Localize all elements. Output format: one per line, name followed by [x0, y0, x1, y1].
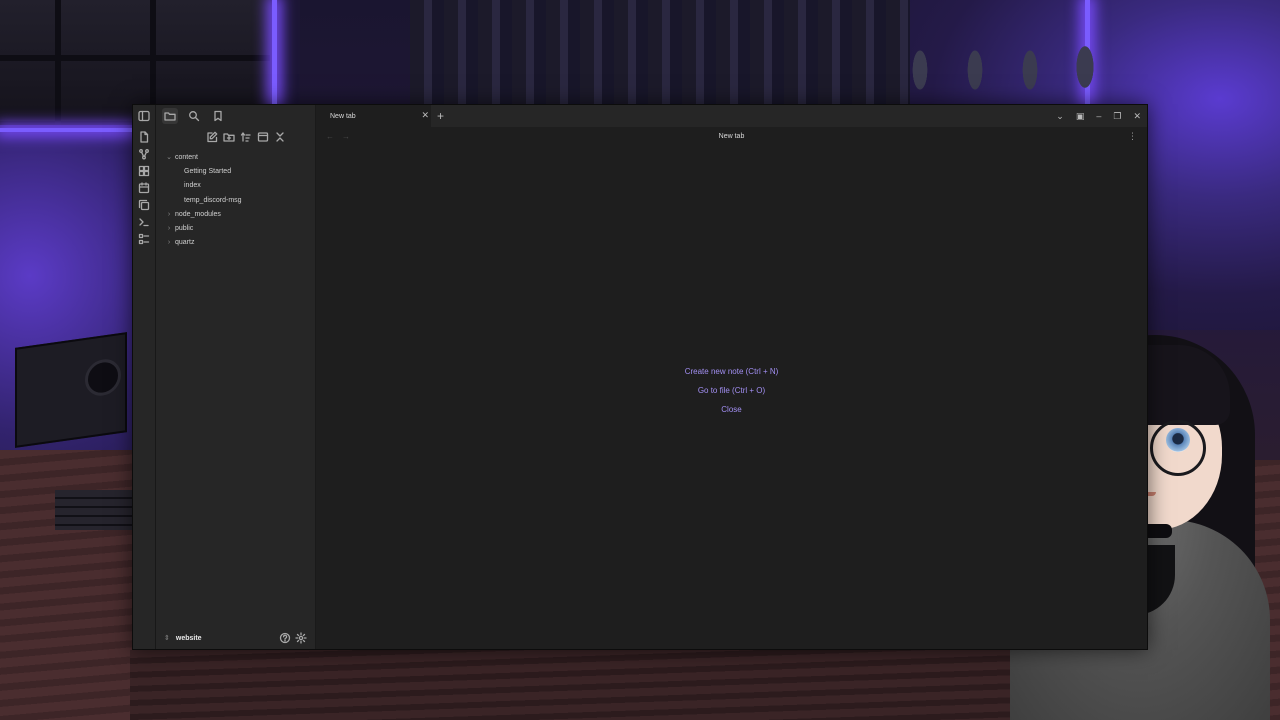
neon-strip-left: [272, 0, 277, 104]
window-controls: ⌄ ▣ – ❐ ✕: [1056, 105, 1141, 127]
create-new-note-link[interactable]: Create new note (Ctrl + N): [685, 367, 779, 377]
chevron-up-down-icon: ⇕: [164, 635, 170, 642]
graph-view-icon[interactable]: [138, 148, 150, 160]
chevron-down-icon: ⌄: [166, 154, 172, 162]
file-label: Getting Started: [184, 167, 232, 175]
vault-name: website: [175, 634, 202, 642]
folder-label: content: [175, 153, 198, 161]
folder-label: quartz: [175, 239, 195, 247]
sidebar-toggle-icon[interactable]: [138, 110, 150, 122]
new-folder-icon[interactable]: [222, 131, 235, 143]
settings-gear-icon[interactable]: [295, 632, 307, 644]
empty-tab-actions: Create new note (Ctrl + N) Go to file (C…: [316, 367, 1147, 415]
neon-strip-shelf: [0, 128, 135, 132]
open-quick-switcher-icon[interactable]: [138, 131, 150, 143]
daily-note-icon[interactable]: [138, 182, 150, 194]
chevron-right-icon: ›: [167, 210, 171, 218]
book-stack: [55, 490, 135, 530]
files-icon[interactable]: [162, 108, 178, 124]
tab-bar: New tab ✕ + ⌄ ▣ – ❐ ✕: [316, 105, 1147, 127]
close-all-icon[interactable]: [274, 131, 286, 143]
command-palette-icon[interactable]: [138, 216, 150, 228]
speaker: [15, 332, 127, 448]
help-icon[interactable]: [279, 632, 291, 644]
tab-new-tab[interactable]: New tab ✕: [316, 105, 431, 127]
close-tab-link[interactable]: Close: [721, 405, 741, 415]
tab-label: New tab: [330, 112, 356, 120]
new-tab-plus-icon[interactable]: +: [437, 105, 444, 127]
file-explorer-actions: [156, 127, 315, 147]
toggle-right-sidebar-icon[interactable]: ▣: [1076, 111, 1085, 122]
search-icon[interactable]: [186, 108, 202, 124]
file-temp-discord-msg[interactable]: temp_discord-msg: [156, 193, 315, 207]
tab-list-chevron-icon[interactable]: ⌄: [1056, 111, 1064, 122]
window-close-icon[interactable]: ✕: [1133, 111, 1141, 122]
view-title: New tab: [718, 132, 745, 140]
desk-front: [130, 650, 1030, 720]
close-icon[interactable]: ✕: [421, 110, 429, 121]
folder-quartz[interactable]: › quartz: [156, 236, 315, 250]
file-explorer-sidebar: ⌄ content Getting Started index temp_dis…: [156, 105, 316, 649]
figurines: [890, 25, 1120, 100]
file-label: temp_discord-msg: [184, 196, 242, 204]
minimize-icon[interactable]: –: [1096, 111, 1101, 121]
sort-icon[interactable]: [240, 131, 252, 143]
restore-icon[interactable]: ❐: [1113, 111, 1121, 122]
vault-switcher[interactable]: ⇕ website: [164, 634, 202, 643]
file-getting-started[interactable]: Getting Started: [156, 164, 315, 178]
folder-content[interactable]: ⌄ content: [156, 150, 315, 164]
view-header: ← → New tab ⋮: [316, 127, 1147, 145]
main-workspace: New tab ✕ + ⌄ ▣ – ❐ ✕ ← → New tab ⋮ Crea…: [316, 105, 1147, 649]
new-note-icon[interactable]: [206, 131, 218, 143]
canvas-icon[interactable]: [138, 165, 150, 177]
file-tree: ⌄ content Getting Started index temp_dis…: [156, 147, 315, 250]
sidebar-tab-header: [156, 105, 315, 127]
curtain: [410, 0, 910, 110]
file-label: index: [184, 182, 201, 190]
vault-footer: ⇕ website: [156, 627, 315, 649]
folder-label: node_modules: [175, 210, 221, 218]
folder-public[interactable]: › public: [156, 221, 315, 235]
bases-icon[interactable]: [138, 233, 150, 245]
collapse-icon[interactable]: [257, 131, 269, 143]
folder-label: public: [175, 225, 194, 233]
chevron-right-icon: ›: [167, 239, 171, 247]
folder-node-modules[interactable]: › node_modules: [156, 207, 315, 221]
left-ribbon: [133, 105, 156, 649]
go-to-file-link[interactable]: Go to file (Ctrl + O): [698, 386, 765, 396]
more-options-icon[interactable]: ⋮: [1128, 131, 1137, 142]
bookmark-icon[interactable]: [210, 108, 226, 124]
file-index[interactable]: index: [156, 179, 315, 193]
obsidian-window: ⌄ content Getting Started index temp_dis…: [132, 104, 1148, 650]
templates-icon[interactable]: [138, 199, 150, 211]
chevron-right-icon: ›: [167, 225, 171, 233]
